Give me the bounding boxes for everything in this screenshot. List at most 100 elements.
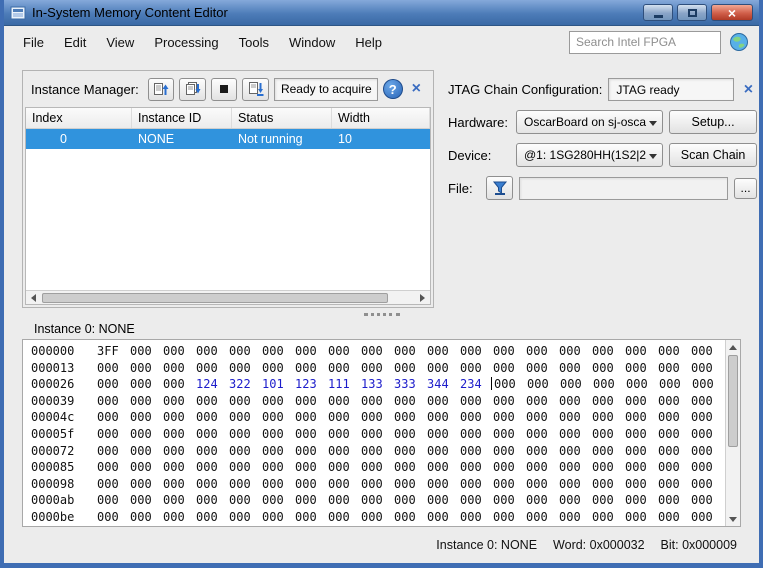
hex-word[interactable]: 000 [526, 409, 548, 426]
hex-word[interactable]: 000 [97, 393, 119, 410]
minimize-button[interactable] [643, 4, 673, 21]
hex-word[interactable]: 000 [691, 393, 713, 410]
hex-word[interactable]: 000 [130, 443, 152, 460]
hex-word[interactable]: 000 [493, 343, 515, 360]
hex-word[interactable]: 000 [460, 476, 482, 493]
column-header-width[interactable]: Width [332, 108, 430, 128]
hex-word[interactable]: 000 [460, 509, 482, 526]
vertical-scroll-thumb[interactable] [728, 355, 738, 447]
hex-word[interactable]: 000 [97, 409, 119, 426]
hex-word[interactable]: 000 [427, 492, 449, 509]
hex-word[interactable]: 000 [493, 360, 515, 377]
hex-word[interactable]: 333 [394, 376, 416, 393]
hardware-select[interactable]: OscarBoard on sj-osca [516, 110, 663, 134]
hex-word[interactable]: 000 [196, 509, 218, 526]
hex-word[interactable]: 000 [361, 360, 383, 377]
hex-word[interactable]: 000 [626, 376, 648, 393]
hex-word[interactable]: 000 [328, 492, 350, 509]
hex-word[interactable]: 000 [163, 393, 185, 410]
hex-word[interactable]: 000 [427, 426, 449, 443]
horizontal-scrollbar[interactable] [26, 290, 430, 304]
hex-word[interactable]: 000 [625, 409, 647, 426]
hex-word[interactable]: 000 [460, 409, 482, 426]
setup-button[interactable]: Setup... [669, 110, 757, 134]
menu-processing[interactable]: Processing [145, 31, 227, 54]
hex-word[interactable]: 000 [460, 426, 482, 443]
hex-word[interactable]: 000 [163, 509, 185, 526]
hex-word[interactable]: 000 [559, 443, 581, 460]
hex-word[interactable]: 000 [229, 409, 251, 426]
hex-word[interactable]: 000 [262, 492, 284, 509]
hex-word[interactable]: 000 [592, 409, 614, 426]
hex-word[interactable]: 000 [97, 459, 119, 476]
hex-word[interactable]: 000 [328, 343, 350, 360]
hex-word[interactable]: 000 [625, 476, 647, 493]
column-header-instance-id[interactable]: Instance ID [132, 108, 232, 128]
hex-word[interactable]: 000 [460, 360, 482, 377]
hex-word[interactable]: 000 [361, 443, 383, 460]
hex-word[interactable]: 000 [427, 343, 449, 360]
hex-word[interactable]: 000 [196, 476, 218, 493]
hex-word[interactable]: 101 [262, 376, 284, 393]
hex-word[interactable]: 000 [691, 409, 713, 426]
hex-word[interactable]: 000 [130, 476, 152, 493]
hex-word[interactable]: 000 [592, 509, 614, 526]
column-header-status[interactable]: Status [232, 108, 332, 128]
hex-word[interactable]: 000 [559, 409, 581, 426]
hex-word[interactable]: 000 [196, 492, 218, 509]
hex-word[interactable]: 000 [262, 443, 284, 460]
hex-word[interactable]: 000 [493, 426, 515, 443]
hex-word[interactable]: 000 [659, 376, 681, 393]
hex-word[interactable]: 000 [130, 409, 152, 426]
hex-word[interactable]: 000 [691, 443, 713, 460]
hex-word[interactable]: 000 [427, 509, 449, 526]
hex-word[interactable]: 000 [130, 492, 152, 509]
search-input[interactable] [569, 31, 721, 54]
hex-word[interactable]: 000 [196, 426, 218, 443]
hex-word[interactable]: 000 [229, 426, 251, 443]
hex-word[interactable]: 000 [625, 360, 647, 377]
hex-word[interactable]: 000 [328, 393, 350, 410]
hex-word[interactable]: 000 [295, 492, 317, 509]
hex-word[interactable]: 000 [328, 476, 350, 493]
hex-word[interactable]: 133 [361, 376, 383, 393]
vertical-scrollbar[interactable] [725, 340, 740, 526]
menu-view[interactable]: View [97, 31, 143, 54]
hex-word[interactable]: 000 [196, 443, 218, 460]
file-path-field[interactable] [519, 177, 728, 200]
hex-word[interactable]: 000 [559, 459, 581, 476]
close-button[interactable]: × [711, 4, 753, 21]
globe-icon[interactable] [729, 32, 749, 52]
hex-word[interactable]: 000 [592, 360, 614, 377]
horizontal-scroll-thumb[interactable] [42, 293, 388, 303]
hex-word[interactable]: 000 [691, 492, 713, 509]
hex-word[interactable]: 000 [625, 393, 647, 410]
hex-word[interactable]: 000 [97, 509, 119, 526]
hex-word[interactable]: 000 [658, 409, 680, 426]
maximize-button[interactable] [677, 4, 707, 21]
hex-word[interactable]: 000 [658, 443, 680, 460]
hex-word[interactable]: 000 [394, 509, 416, 526]
hex-word[interactable]: 000 [262, 426, 284, 443]
hex-word[interactable]: 000 [526, 360, 548, 377]
hex-word[interactable]: 000 [691, 343, 713, 360]
hex-word[interactable]: 000 [494, 376, 516, 393]
hex-word[interactable]: 000 [163, 476, 185, 493]
hex-word[interactable]: 000 [692, 376, 714, 393]
hex-word[interactable]: 000 [229, 443, 251, 460]
hex-word[interactable]: 000 [361, 459, 383, 476]
hex-word[interactable]: 000 [658, 492, 680, 509]
hex-word[interactable]: 000 [97, 492, 119, 509]
hex-word[interactable]: 000 [163, 443, 185, 460]
hex-word[interactable]: 000 [97, 426, 119, 443]
hex-word[interactable]: 000 [361, 409, 383, 426]
hex-word[interactable]: 000 [262, 509, 284, 526]
hex-word[interactable]: 000 [559, 343, 581, 360]
hex-word[interactable]: 000 [163, 426, 185, 443]
hex-word[interactable]: 234 [460, 376, 482, 393]
hex-word[interactable]: 000 [229, 393, 251, 410]
hex-word[interactable]: 000 [526, 492, 548, 509]
hex-word[interactable]: 000 [130, 393, 152, 410]
hex-word[interactable]: 000 [460, 393, 482, 410]
hex-word[interactable]: 000 [163, 343, 185, 360]
